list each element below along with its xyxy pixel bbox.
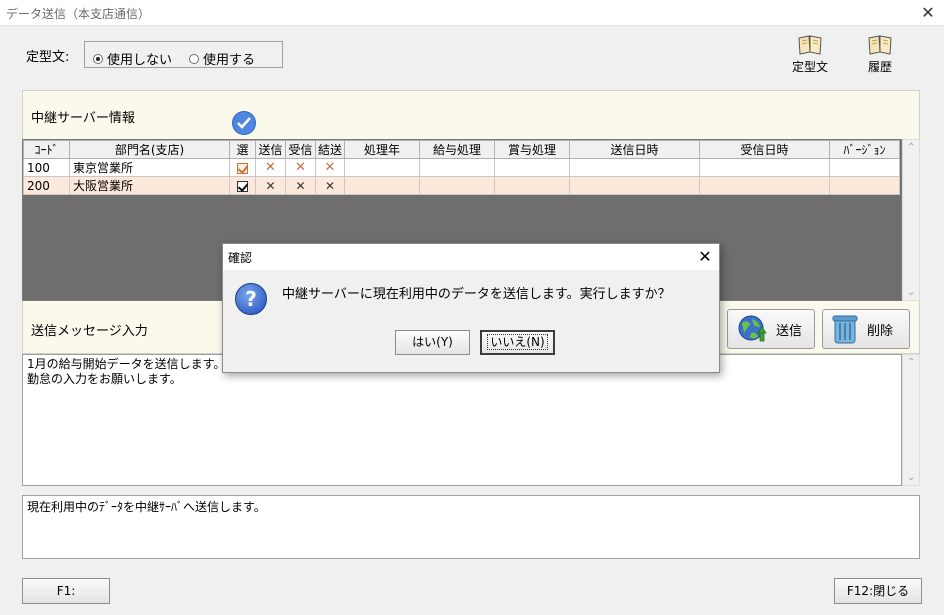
- message-scrollbar[interactable]: ⌃ ⌄: [902, 354, 920, 486]
- col-select[interactable]: 選: [229, 140, 256, 159]
- radio-not-use[interactable]: 使用しない: [93, 49, 172, 68]
- book-icon: [798, 35, 822, 55]
- table-header: ｺｰﾄﾞ 部門名(支店) 選 送信 受信 結送 処理年 給与処理 賞与処理 送信…: [23, 140, 900, 159]
- relay-table: ｺｰﾄﾞ 部門名(支店) 選 送信 受信 結送 処理年 給与処理 賞与処理 送信…: [23, 140, 900, 195]
- close-icon[interactable]: ✕: [916, 1, 940, 25]
- cell-select[interactable]: [229, 158, 256, 177]
- cell-year: [344, 158, 420, 177]
- scroll-down-icon[interactable]: ⌄: [907, 287, 915, 298]
- cell-send: ✕: [255, 176, 286, 195]
- trash-icon: [832, 315, 858, 344]
- scroll-up-icon[interactable]: ⌃: [907, 357, 915, 368]
- window-title: データ送信（本支店通信）: [6, 7, 151, 21]
- check-all-icon[interactable]: [232, 111, 256, 135]
- delete-button[interactable]: 削除: [822, 309, 910, 349]
- cell-recv: ✕: [285, 158, 316, 177]
- cell-recv-at: [699, 176, 830, 195]
- cell-shoyo: [494, 176, 570, 195]
- dialog-title-bar: 確認 ✕: [223, 244, 719, 270]
- cell-recv-at: [699, 158, 830, 177]
- globe-send-icon: [738, 315, 767, 342]
- radio-dot-icon: [93, 53, 103, 64]
- col-shoyo[interactable]: 賞与処理: [494, 140, 570, 159]
- dialog-title: 確認: [228, 251, 253, 265]
- delete-button-label: 削除: [867, 323, 894, 339]
- cell-recv: ✕: [285, 176, 316, 195]
- history-button[interactable]: 履歴: [854, 34, 906, 80]
- cell-kyuyo: [419, 176, 495, 195]
- col-send[interactable]: 送信: [255, 140, 286, 159]
- table-row[interactable]: 100 東京営業所 ✕ ✕ ✕: [23, 158, 900, 177]
- message-label: 送信メッセージ入力: [31, 324, 148, 339]
- checkbox-icon[interactable]: [237, 162, 248, 174]
- col-kyuyo[interactable]: 給与処理: [419, 140, 495, 159]
- col-version[interactable]: ﾊﾞｰｼﾞｮﾝ: [829, 140, 900, 159]
- cell-send: ✕: [255, 158, 286, 177]
- cell-dept: 東京営業所: [69, 158, 230, 177]
- scroll-down-icon[interactable]: ⌄: [907, 472, 915, 483]
- col-year[interactable]: 処理年: [344, 140, 420, 159]
- f12-close-button[interactable]: F12:閉じる: [834, 578, 922, 604]
- yes-button[interactable]: はい(Y): [395, 330, 470, 355]
- cell-select[interactable]: [229, 176, 256, 195]
- cell-version: [829, 176, 900, 195]
- title-bar: データ送信（本支店通信） ✕: [0, 0, 944, 26]
- teikei-radio-group: 使用しない 使用する: [84, 41, 283, 68]
- question-icon: ?: [235, 283, 267, 315]
- scroll-up-icon[interactable]: ⌃: [907, 142, 915, 153]
- dialog-close-icon[interactable]: ✕: [693, 244, 717, 270]
- teikei-label: 定型文:: [26, 50, 70, 65]
- cell-code: 100: [23, 158, 70, 177]
- confirm-dialog: 確認 ✕ ? 中継サーバーに現在利用中のデータを送信します。実行しますか？ はい…: [222, 243, 720, 373]
- col-recv-at[interactable]: 受信日時: [699, 140, 830, 159]
- yes-button-label: はい(Y): [412, 335, 453, 349]
- teikei-button-label: 定型文: [791, 60, 828, 74]
- radio-use-label: 使用する: [203, 53, 256, 68]
- col-recv[interactable]: 受信: [285, 140, 316, 159]
- table-row[interactable]: 200 大阪営業所 ✕ ✕ ✕: [23, 176, 900, 195]
- cell-result: ✕: [315, 158, 345, 177]
- send-button[interactable]: 送信: [727, 309, 815, 349]
- radio-use[interactable]: 使用する: [189, 49, 255, 68]
- grid-scrollbar[interactable]: ⌃ ⌄: [902, 139, 920, 301]
- cell-dept: 大阪営業所: [69, 176, 230, 195]
- history-button-label: 履歴: [867, 60, 892, 74]
- send-button-label: 送信: [776, 323, 803, 339]
- col-code[interactable]: ｺｰﾄﾞ: [23, 140, 70, 159]
- cell-shoyo: [494, 158, 570, 177]
- info-box: 現在利用中のﾃﾞｰﾀを中継ｻｰﾊﾞへ送信します。: [22, 495, 920, 559]
- book-icon: [868, 35, 892, 55]
- cell-sent-at: [569, 158, 700, 177]
- message-textarea[interactable]: 1月の給与開始データを送信します。 勤怠の入力をお願いします。: [22, 354, 902, 486]
- relay-title: 中継サーバー情報: [31, 111, 135, 126]
- teikei-button[interactable]: 定型文: [784, 34, 836, 80]
- cell-kyuyo: [419, 158, 495, 177]
- col-dept[interactable]: 部門名(支店): [69, 140, 230, 159]
- cell-version: [829, 158, 900, 177]
- checkbox-icon[interactable]: [237, 180, 248, 192]
- radio-dot-icon: [189, 53, 199, 64]
- cell-result: ✕: [315, 176, 345, 195]
- col-result[interactable]: 結送: [315, 140, 345, 159]
- cell-code: 200: [23, 176, 70, 195]
- dialog-message: 中継サーバーに現在利用中のデータを送信します。実行しますか？: [282, 287, 671, 302]
- cell-year: [344, 176, 420, 195]
- f1-button[interactable]: F1:: [22, 578, 110, 604]
- cell-sent-at: [569, 176, 700, 195]
- radio-not-use-label: 使用しない: [107, 53, 173, 68]
- no-button[interactable]: いいえ(N): [480, 330, 555, 355]
- col-sent-at[interactable]: 送信日時: [569, 140, 700, 159]
- no-button-label: いいえ(N): [487, 334, 548, 350]
